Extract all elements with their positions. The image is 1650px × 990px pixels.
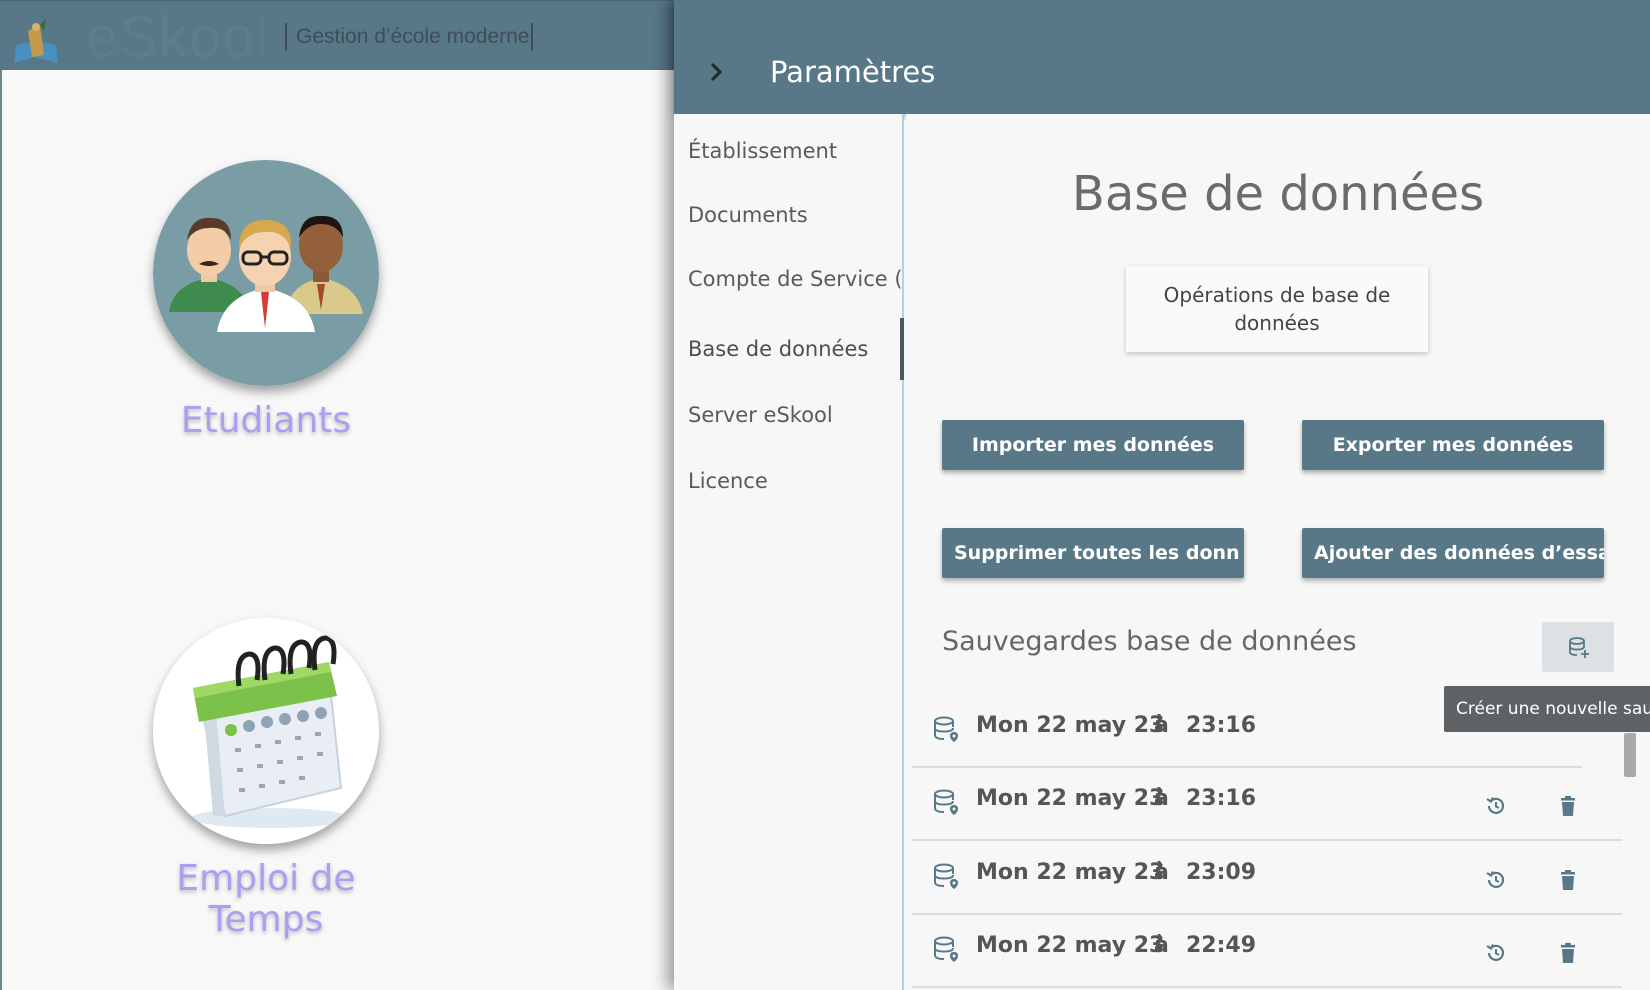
backup-date: Mon 22 may 23: [976, 860, 1165, 885]
backup-at: à: [1154, 933, 1169, 958]
backup-row[interactable]: Mon 22 may 23 à 23:16: [912, 768, 1622, 841]
backups-title: Sauvegardes base de données: [942, 626, 1357, 657]
home-dashboard: Etudiants Emploi de Temps: [0, 70, 674, 990]
settings-nav: Établissement Documents Compte de Servic…: [674, 114, 904, 990]
backup-date: Mon 22 may 23: [976, 786, 1165, 811]
database-operations-card[interactable]: Opérations de base de données: [1126, 266, 1428, 352]
nav-item-licence[interactable]: Licence: [688, 456, 902, 506]
add-test-data-button[interactable]: Ajouter des données d’essa: [1302, 528, 1604, 578]
timetable-label: Emploi de Temps: [176, 858, 356, 940]
export-data-button[interactable]: Exporter mes données: [1302, 420, 1604, 470]
timetable-tile[interactable]: Emploi de Temps: [116, 618, 416, 940]
nav-item-base-de-donnees[interactable]: Base de données: [688, 324, 902, 374]
trash-icon[interactable]: [1554, 939, 1582, 967]
nav-active-indicator: [900, 318, 904, 380]
backup-row[interactable]: Mon 22 may 23 à 22:49: [912, 915, 1622, 988]
backup-time: 22:49: [1186, 933, 1257, 958]
section-title: Base de données: [1071, 166, 1485, 222]
database-settings-panel: Base de données Opérations de base de do…: [906, 114, 1650, 990]
import-data-button[interactable]: Importer mes données: [942, 420, 1244, 470]
nav-item-etablissement[interactable]: Établissement: [688, 126, 902, 176]
calendar-icon: [153, 618, 379, 844]
students-label: Etudiants: [180, 400, 352, 441]
trash-icon[interactable]: [1554, 866, 1582, 894]
database-marker-icon: [932, 935, 960, 967]
create-backup-tooltip: Créer une nouvelle sauve: [1444, 686, 1650, 732]
backup-date: Mon 22 may 23: [976, 933, 1165, 958]
trash-icon[interactable]: [1554, 792, 1582, 820]
restore-icon[interactable]: [1482, 866, 1510, 894]
database-marker-icon: [932, 862, 960, 894]
app-logo-icon: [14, 19, 58, 63]
nav-item-documents[interactable]: Documents: [688, 190, 902, 240]
settings-title: Paramètres: [770, 55, 936, 89]
restore-icon[interactable]: [1482, 939, 1510, 967]
backup-time: 23:16: [1186, 786, 1257, 811]
backup-row[interactable]: Mon 22 may 23 à 23:09: [912, 842, 1622, 915]
backup-at: à: [1154, 713, 1169, 738]
students-icon: [153, 160, 379, 386]
backup-time: 23:09: [1186, 860, 1257, 885]
app-name: eSkool: [86, 5, 270, 70]
settings-header: Paramètres: [674, 0, 1650, 114]
chevron-right-icon: [710, 62, 723, 82]
database-marker-icon: [932, 715, 960, 747]
restore-icon[interactable]: [1482, 792, 1510, 820]
close-drawer-button[interactable]: [702, 52, 732, 92]
app-tagline: Gestion d’école moderne: [285, 23, 534, 51]
create-backup-button[interactable]: [1542, 622, 1614, 672]
scrollbar-thumb[interactable]: [1624, 733, 1636, 777]
backup-date: Mon 22 may 23: [976, 713, 1165, 738]
nav-item-server-eskool[interactable]: Server eSkool: [688, 390, 902, 440]
delete-all-data-button[interactable]: Supprimer toutes les donn: [942, 528, 1244, 578]
backup-at: à: [1154, 786, 1169, 811]
students-tile[interactable]: Etudiants: [116, 160, 416, 441]
backup-time: 23:16: [1186, 713, 1257, 738]
database-plus-icon: [1569, 637, 1589, 658]
database-marker-icon: [932, 788, 960, 820]
settings-drawer: Paramètres Établissement Documents Compt…: [674, 0, 1650, 990]
nav-item-compte-service[interactable]: Compte de Service (: [688, 254, 902, 304]
backup-at: à: [1154, 860, 1169, 885]
